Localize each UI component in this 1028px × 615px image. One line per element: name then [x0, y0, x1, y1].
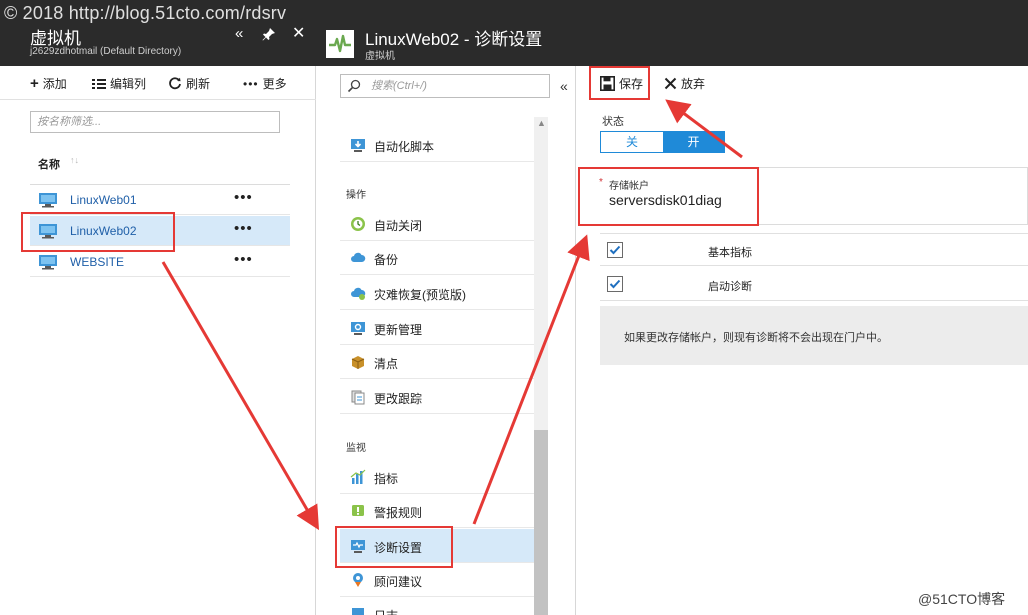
- menu-search-input[interactable]: [371, 78, 541, 94]
- menu-section-operations: 操作: [346, 190, 366, 201]
- menu-label: 日志: [374, 607, 398, 615]
- collapse-menu-icon[interactable]: «: [560, 78, 568, 94]
- update-monitor-icon: [351, 322, 365, 335]
- watermark-top: © 2018 http://blog.51cto.com/rdsrv: [4, 3, 287, 23]
- menu-label: 灾难恢复(预览版): [374, 288, 466, 302]
- log-icon: [352, 608, 364, 615]
- close-icon[interactable]: ✕: [292, 26, 305, 42]
- menu-item-metrics[interactable]: 指标: [340, 460, 534, 494]
- menu-item-disaster-recovery[interactable]: 灾难恢复(预览版): [340, 276, 534, 310]
- download-script-icon: [351, 139, 365, 152]
- menu-label: 指标: [374, 472, 399, 486]
- boot-diagnostics-row[interactable]: 启动诊断: [600, 268, 1028, 301]
- cloud-recovery-icon: [351, 287, 366, 300]
- boot-diagnostics-checkbox[interactable]: [607, 276, 623, 292]
- menu-item-inventory[interactable]: 清点: [340, 345, 534, 379]
- status-toggle-on[interactable]: 开: [663, 132, 724, 152]
- virtual-machine-icon: [39, 255, 57, 270]
- annotation-box-save: [589, 66, 650, 100]
- menu-label: 清点: [374, 357, 399, 371]
- edit-columns-label: 编辑列: [110, 77, 147, 91]
- menu-item-logs[interactable]: 日志: [340, 597, 534, 615]
- vm-name-link[interactable]: WEBSITE: [70, 255, 124, 269]
- menu-item-backup[interactable]: 备份: [340, 241, 534, 275]
- menu-label: 更新管理: [374, 323, 423, 337]
- vm-detail-subtitle: 虚拟机: [365, 51, 395, 62]
- collapse-icon[interactable]: «: [235, 26, 243, 42]
- boot-diagnostics-label: 启动诊断: [708, 281, 752, 293]
- documents-icon: [351, 390, 365, 405]
- vm-list-toolbar: + 添加 编辑列 刷新 ••• 更多: [0, 66, 316, 100]
- row-more-button[interactable]: •••: [234, 189, 253, 206]
- menu-label: 顾问建议: [374, 575, 423, 589]
- azure-portal-screen: © 2018 http://blog.51cto.com/rdsrv 虚拟机 j…: [0, 0, 1028, 615]
- filter-by-name-input[interactable]: [30, 111, 280, 133]
- discard-label: 放弃: [681, 76, 706, 91]
- checkmark-icon: [609, 245, 621, 255]
- menu-label: 自动化脚本: [374, 140, 435, 154]
- discard-x-icon: [664, 77, 677, 89]
- plus-icon: +: [30, 74, 39, 92]
- status-toggle-off[interactable]: 关: [601, 132, 663, 152]
- virtual-machine-icon: [39, 193, 57, 208]
- column-header-name[interactable]: 名称: [38, 156, 60, 172]
- cloud-backup-icon: [351, 252, 366, 262]
- storage-change-info-text: 如果更改存储帐户，则现有诊断将不会出现在门户中。: [624, 332, 888, 344]
- discard-button[interactable]: 放弃: [664, 72, 705, 94]
- diagnostics-pulse-icon: [326, 30, 354, 58]
- edit-columns-button[interactable]: 编辑列: [92, 75, 146, 92]
- bar-chart-icon: [350, 469, 366, 484]
- watermark-bottom: @51CTO博客: [918, 591, 1006, 607]
- menu-label: 更改跟踪: [374, 392, 423, 406]
- menu-item-update-management[interactable]: 更新管理: [340, 311, 534, 345]
- menu-item-automation-script[interactable]: 自动化脚本: [340, 128, 534, 162]
- menu-label: 警报规则: [374, 506, 423, 520]
- vm-row-linuxweb01[interactable]: LinuxWeb01 •••: [30, 185, 290, 215]
- scroll-up-icon[interactable]: ▲: [537, 118, 546, 128]
- status-toggle[interactable]: 关 开: [600, 131, 725, 153]
- search-icon: [347, 79, 361, 93]
- advisor-icon: [353, 573, 363, 587]
- annotation-box-diagnostics-settings: [335, 526, 453, 568]
- menu-item-change-tracking[interactable]: 更改跟踪: [340, 380, 534, 414]
- vm-list-subtitle: j2629zdhotmail (Default Directory): [30, 46, 182, 57]
- annotation-box-storage-account: [578, 167, 759, 226]
- menu-scrollbar-thumb[interactable]: [534, 430, 548, 615]
- more-label: 更多: [262, 77, 287, 91]
- basic-metrics-label: 基本指标: [708, 247, 752, 259]
- more-button[interactable]: ••• 更多: [243, 75, 287, 92]
- vm-name-link[interactable]: LinuxWeb01: [70, 193, 137, 207]
- refresh-label: 刷新: [186, 77, 211, 91]
- pin-icon[interactable]: [262, 27, 276, 45]
- more-dots-icon: •••: [243, 76, 259, 91]
- menu-item-auto-shutdown[interactable]: 自动关闭: [340, 207, 534, 241]
- row-more-button[interactable]: •••: [234, 251, 253, 268]
- refresh-button[interactable]: 刷新: [168, 75, 210, 92]
- sort-icon[interactable]: ↑↓: [70, 155, 79, 165]
- add-label: 添加: [42, 77, 67, 91]
- alert-icon: [352, 505, 364, 516]
- checkmark-icon: [609, 279, 621, 289]
- menu-item-alert-rules[interactable]: 警报规则: [340, 494, 534, 528]
- menu-search-box[interactable]: [340, 74, 550, 98]
- refresh-icon: [169, 76, 181, 89]
- menu-item-advisor[interactable]: 顾问建议: [340, 563, 534, 597]
- basic-metrics-checkbox[interactable]: [607, 242, 623, 258]
- clock-icon: [351, 217, 365, 231]
- storage-change-info-box: 如果更改存储帐户，则现有诊断将不会出现在门户中。: [600, 306, 1028, 365]
- menu-label: 自动关闭: [374, 219, 423, 233]
- row-more-button[interactable]: •••: [234, 220, 253, 237]
- box-icon: [351, 356, 365, 369]
- annotation-box-linuxweb02: [21, 212, 175, 252]
- menu-label: 备份: [374, 253, 399, 267]
- basic-metrics-row[interactable]: 基本指标: [600, 233, 1028, 266]
- add-button[interactable]: + 添加: [30, 75, 67, 92]
- columns-icon: [92, 78, 106, 89]
- status-label: 状态: [602, 116, 624, 128]
- menu-section-monitoring: 监视: [346, 443, 366, 454]
